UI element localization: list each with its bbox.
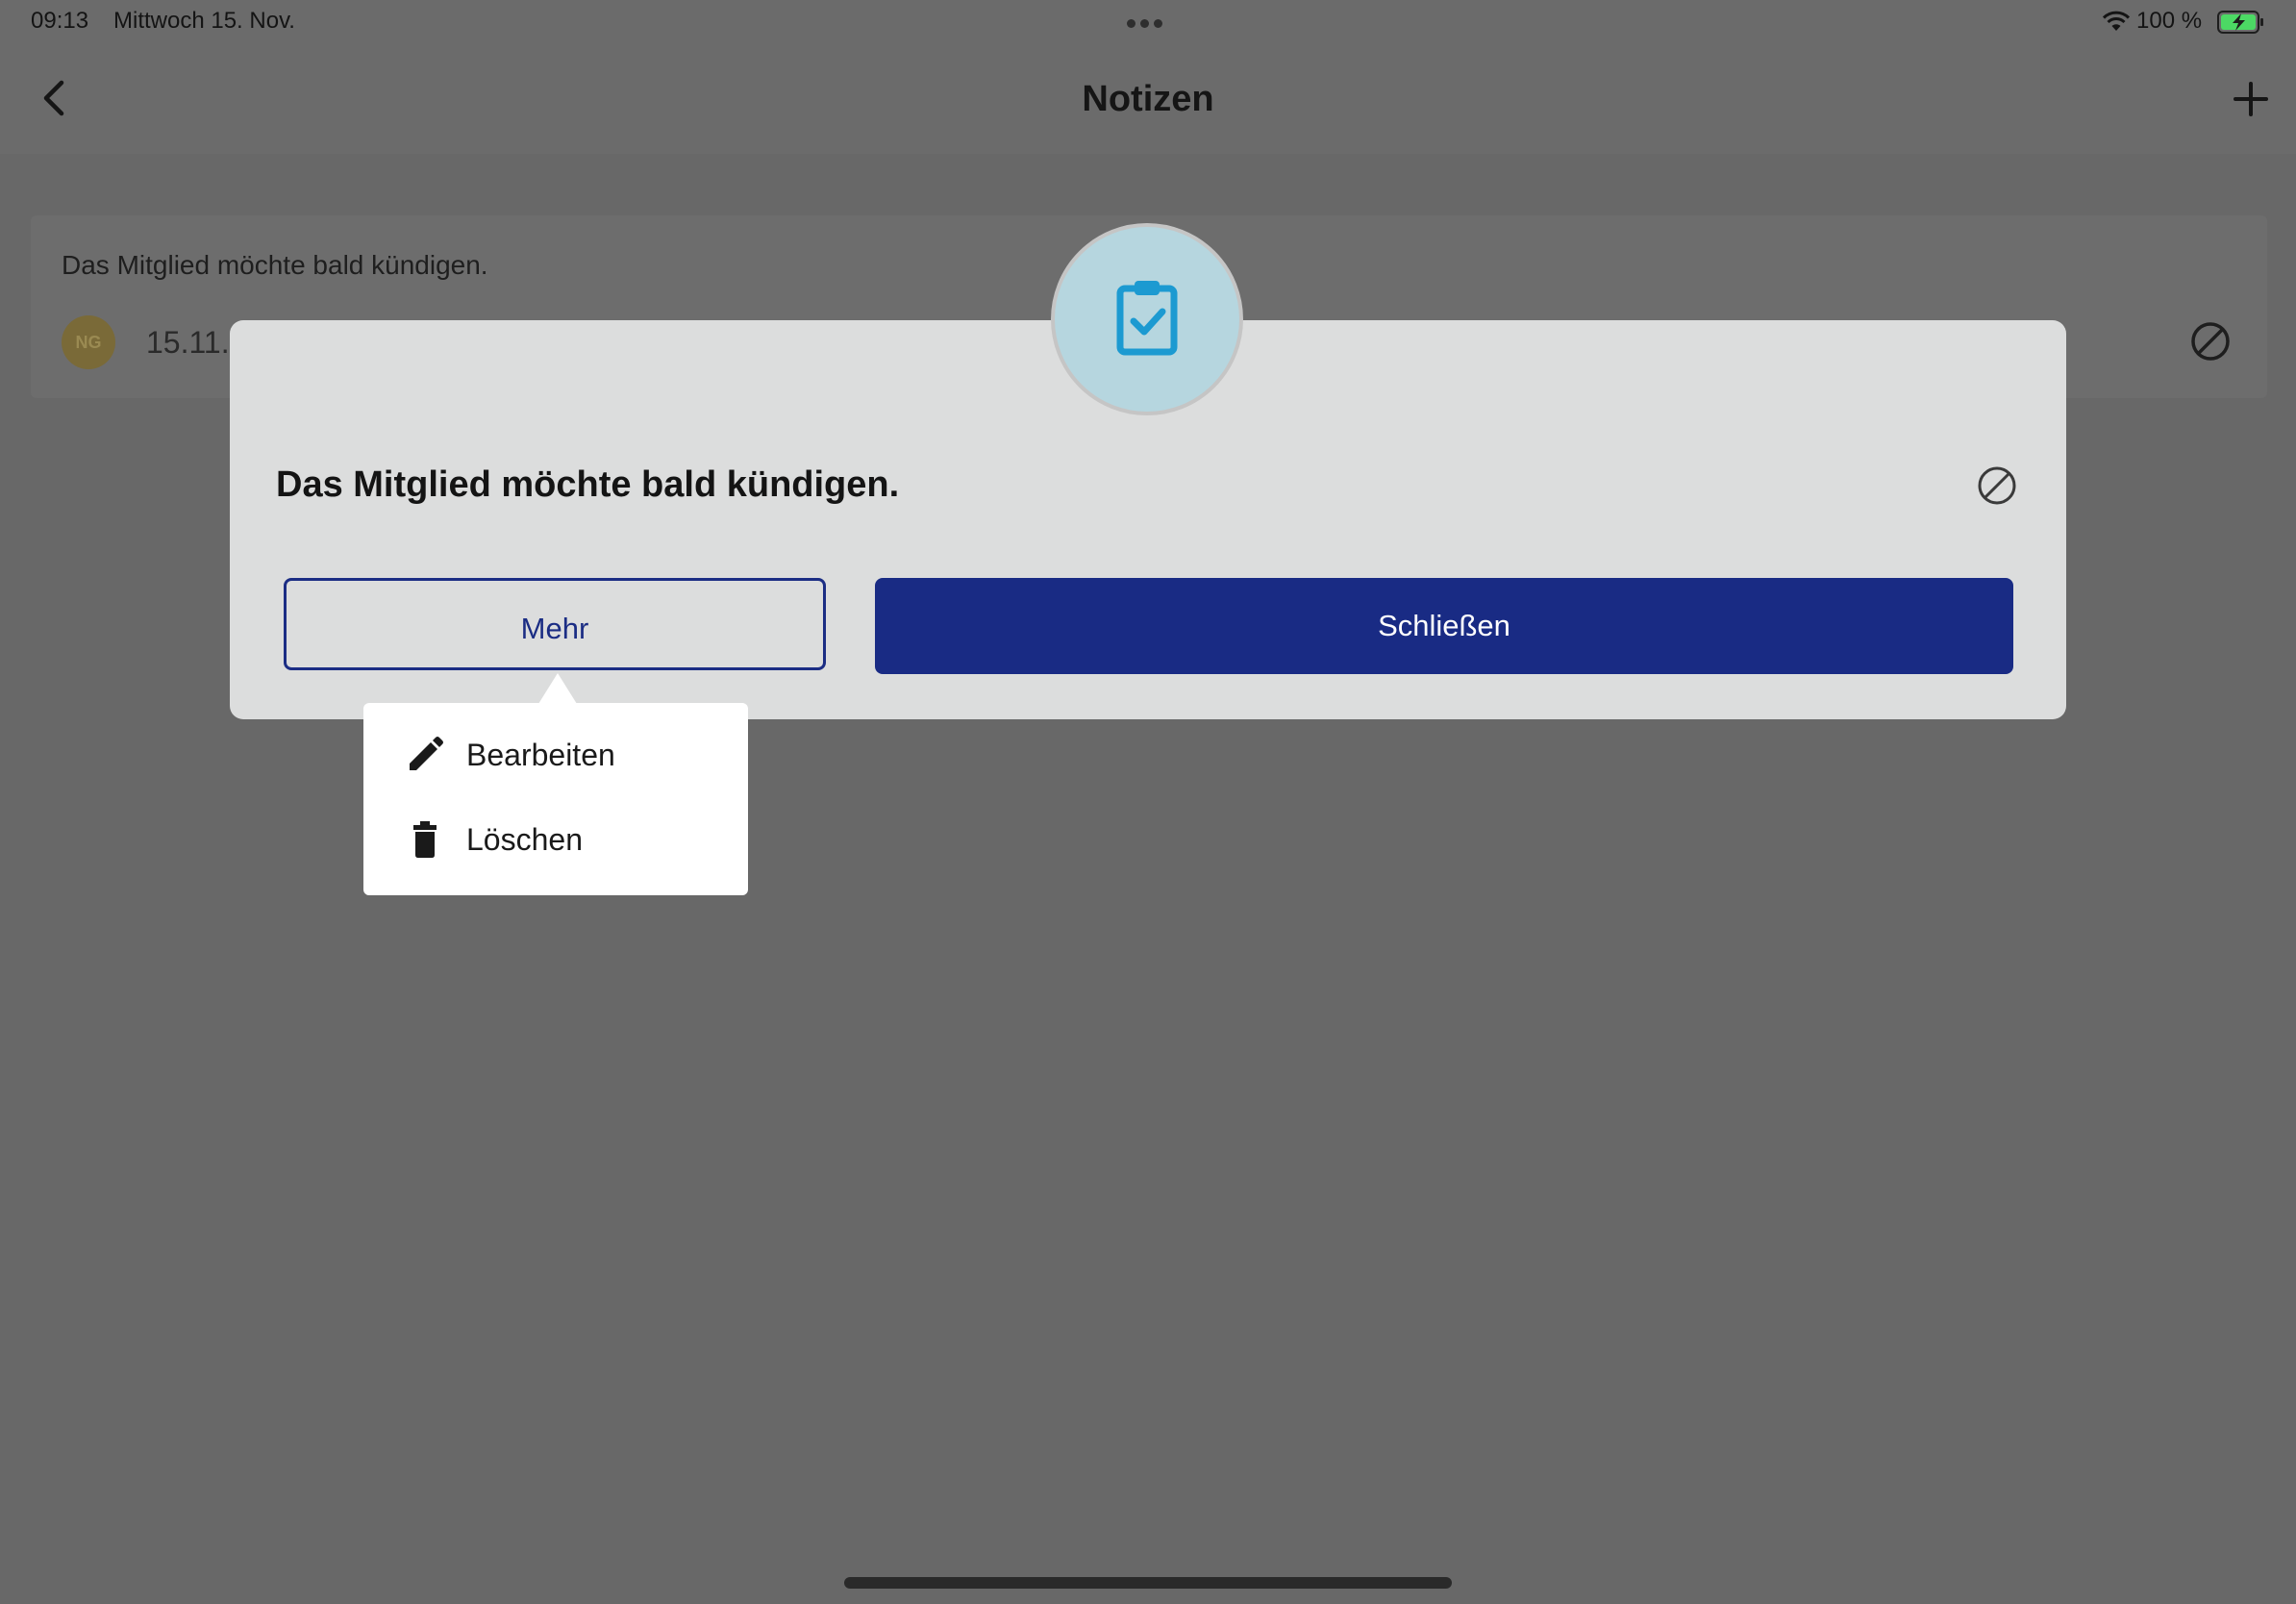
menu-item-label: Löschen (466, 822, 583, 857)
status-date: Mittwoch 15. Nov. (113, 8, 295, 34)
dialog-message: Das Mitglied möchte bald kündigen. (276, 464, 900, 505)
trash-icon (413, 821, 437, 858)
close-button[interactable]: Schließen (875, 578, 2013, 674)
popover-arrow (538, 673, 577, 704)
pencil-icon (410, 737, 443, 770)
more-popover-menu: Bearbeiten Löschen (363, 703, 748, 895)
avatar: NG (62, 315, 115, 369)
multitask-dots-icon[interactable] (1127, 15, 1169, 28)
wifi-icon (2102, 11, 2131, 31)
home-indicator[interactable] (844, 1577, 1452, 1589)
status-time: 09:13 (31, 8, 89, 34)
status-bar: 09:13 Mittwoch 15. Nov. 100 % (0, 0, 2296, 44)
note-text: Das Mitglied möchte bald kündigen. (62, 250, 488, 280)
menu-item-edit[interactable]: Bearbeiten (363, 716, 748, 793)
battery-charging-icon (2217, 11, 2263, 34)
page-title: Notizen (1082, 79, 1214, 119)
more-button[interactable]: Mehr (284, 578, 826, 670)
battery-percent: 100 % (2136, 8, 2203, 34)
menu-item-delete[interactable]: Löschen (363, 801, 748, 878)
blocked-icon (2191, 322, 2230, 361)
plus-icon[interactable] (2231, 79, 2271, 119)
menu-item-label: Bearbeiten (466, 738, 615, 772)
clipboard-check-icon (1116, 281, 1178, 356)
blocked-icon (1978, 466, 2016, 505)
navigation-bar: Notizen (0, 44, 2296, 154)
dialog-header-icon (1051, 223, 1243, 415)
